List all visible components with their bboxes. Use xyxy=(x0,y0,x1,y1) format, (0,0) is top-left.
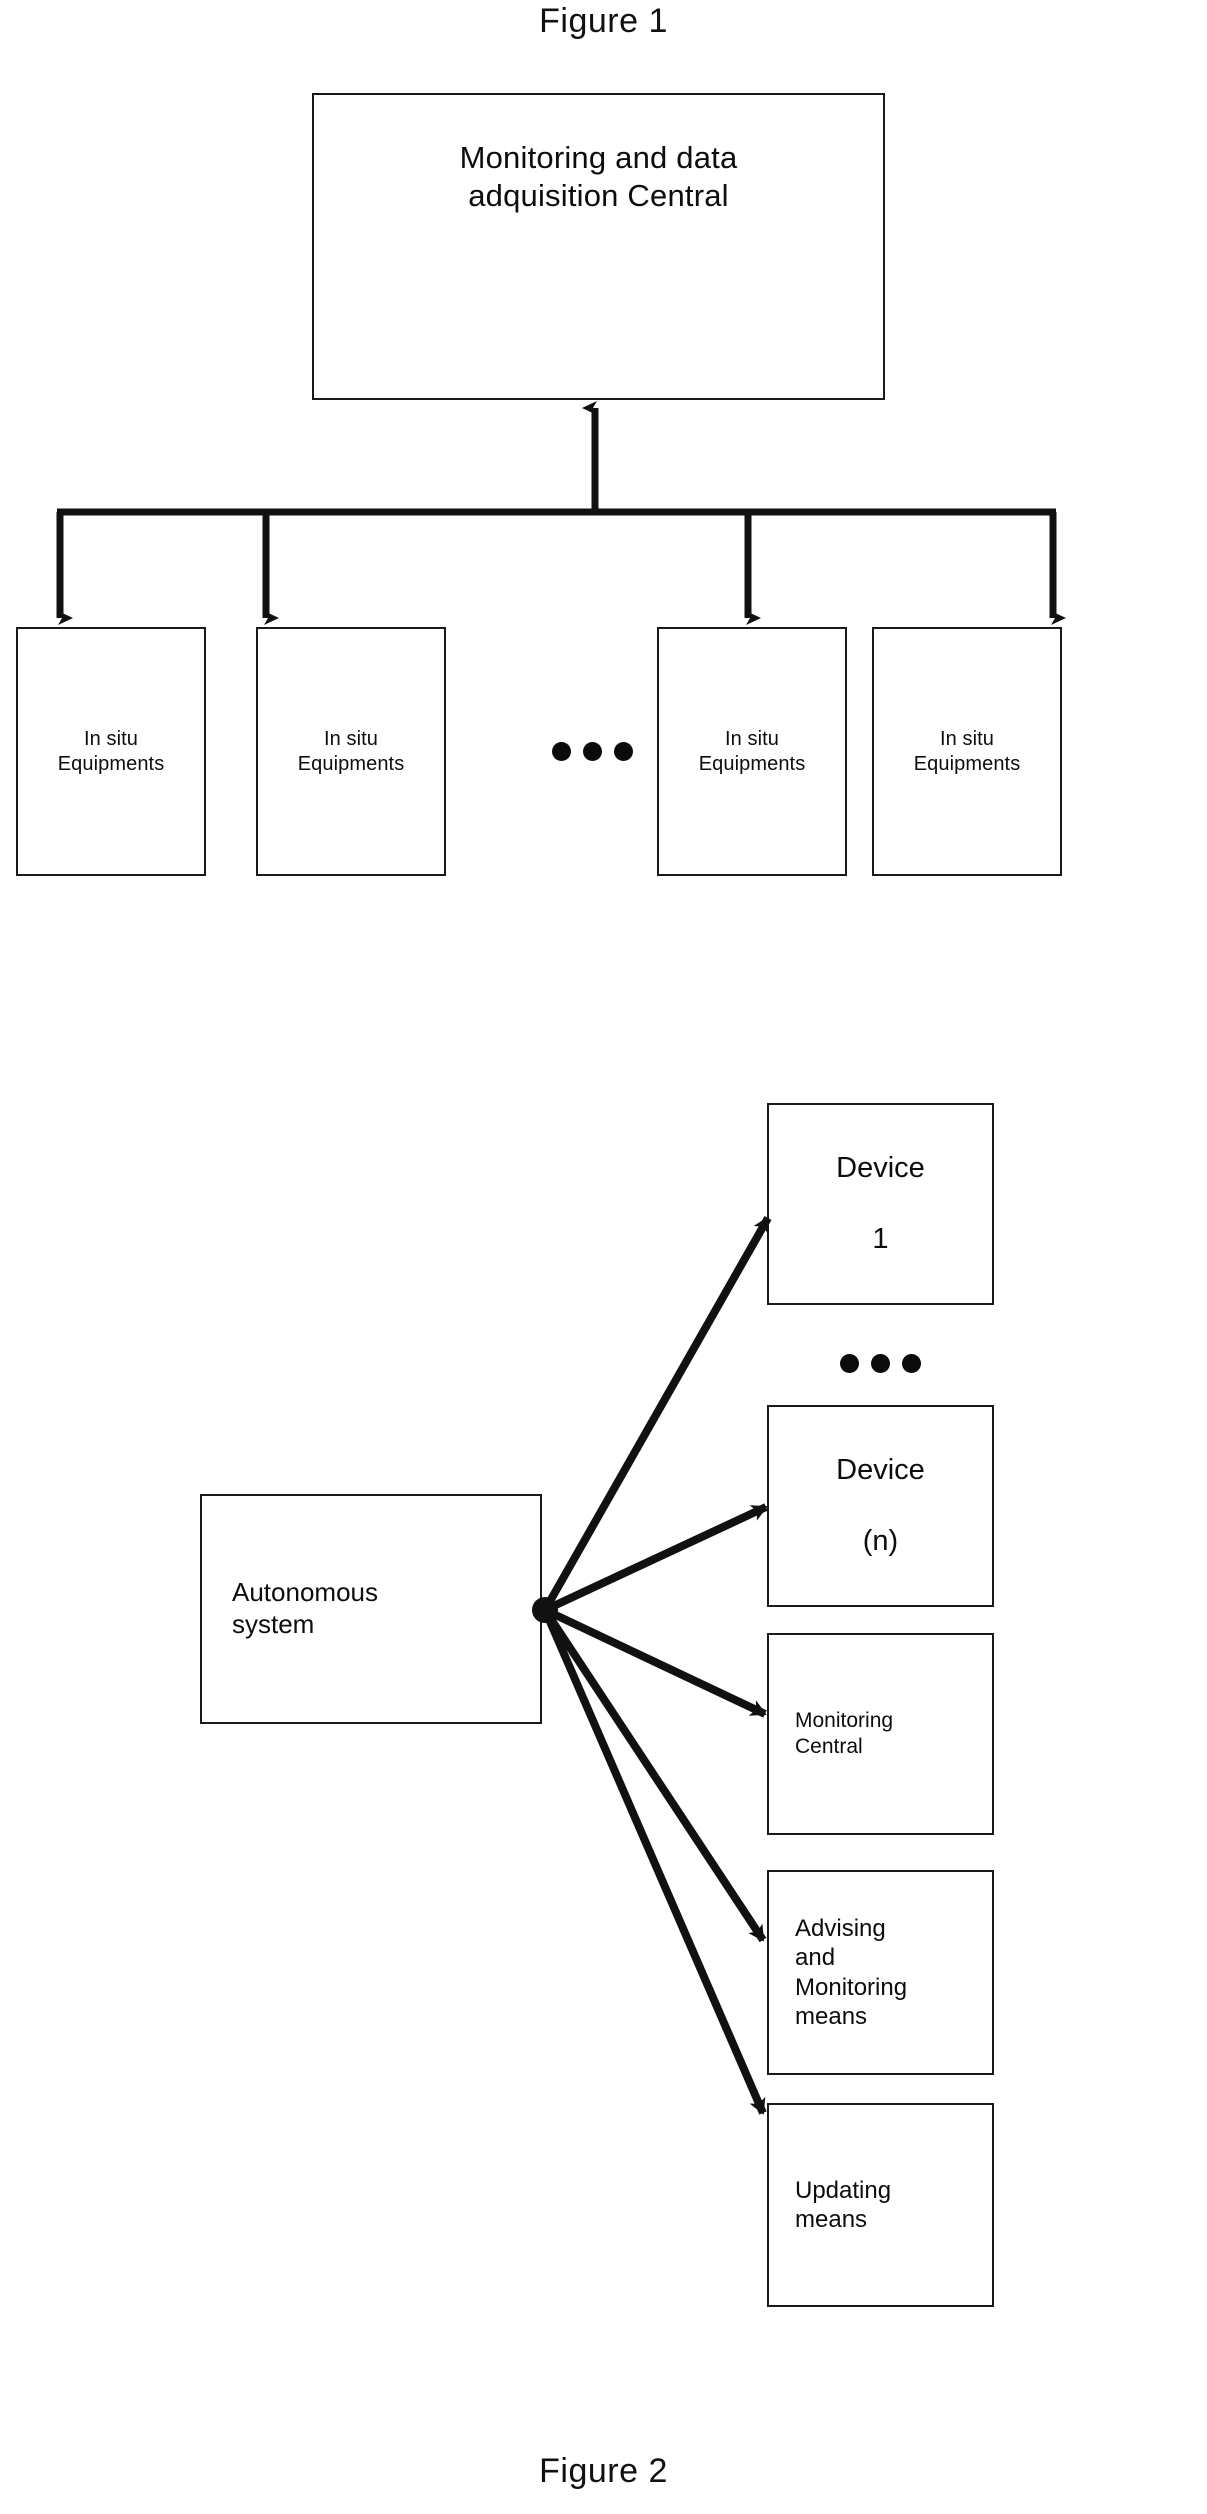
ellipsis-dot-icon xyxy=(871,1354,890,1373)
ellipsis-dot-icon xyxy=(552,742,571,761)
device-1-box: Device 1 xyxy=(767,1103,994,1305)
arrow-to-device-1 xyxy=(541,1216,772,1612)
advising-and-monitoring-means-box: Advising and Monitoring means xyxy=(767,1870,994,2075)
patent-figure-page: Figure 1 Monitoring and data adquisition… xyxy=(0,0,1207,2514)
figure-1-ellipsis-dots xyxy=(552,742,633,761)
arrow-to-updating-means xyxy=(541,1608,767,2115)
figure-2-ellipsis-dots xyxy=(840,1354,921,1373)
updating-means-box: Updating means xyxy=(767,2103,994,2307)
monitoring-central-label: Monitoring Central xyxy=(795,1709,894,1758)
ellipsis-dot-icon xyxy=(840,1354,859,1373)
ellipsis-dot-icon xyxy=(614,742,633,761)
in-situ-equipments-label-1: In situ Equipments xyxy=(57,728,165,775)
autonomous-system-label: Autonomous system xyxy=(232,1577,378,1639)
monitoring-and-data-acquisition-central-box: Monitoring and data adquisition Central xyxy=(312,93,885,400)
advising-and-monitoring-means-label: Advising and Monitoring means xyxy=(795,1914,908,2030)
monitoring-central-box: Monitoring Central xyxy=(767,1633,994,1835)
figure-2-caption: Figure 2 xyxy=(539,2452,668,2490)
in-situ-equipments-box-1: In situ Equipments xyxy=(16,627,206,876)
ellipsis-dot-icon xyxy=(583,742,602,761)
device-n-label: Device (n) xyxy=(836,1453,925,1557)
arrow-to-device-n xyxy=(543,1503,768,1614)
ellipsis-dot-icon xyxy=(902,1354,921,1373)
in-situ-equipments-label-3: In situ Equipments xyxy=(698,728,806,775)
in-situ-equipments-box-3: In situ Equipments xyxy=(657,627,847,876)
arrow-to-advising-and-monitoring-means xyxy=(541,1607,767,1943)
updating-means-label: Updating means xyxy=(795,2176,892,2233)
in-situ-equipments-label-2: In situ Equipments xyxy=(297,728,405,775)
device-n-box: Device (n) xyxy=(767,1405,994,1607)
figure-1-caption: Figure 1 xyxy=(539,2,668,40)
monitoring-and-data-acquisition-central-label: Monitoring and data adquisition Central xyxy=(459,140,738,213)
device-1-label: Device 1 xyxy=(836,1151,925,1255)
arrow-to-monitoring-central xyxy=(543,1606,767,1718)
autonomous-system-box: Autonomous system xyxy=(200,1494,542,1724)
in-situ-equipments-box-2: In situ Equipments xyxy=(256,627,446,876)
in-situ-equipments-box-4: In situ Equipments xyxy=(872,627,1062,876)
in-situ-equipments-label-4: In situ Equipments xyxy=(913,728,1021,775)
